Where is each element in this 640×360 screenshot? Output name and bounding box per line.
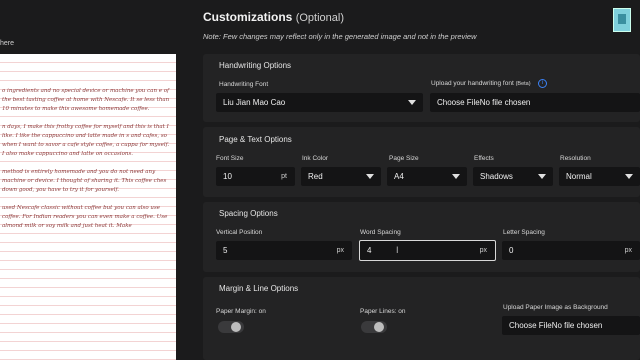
effects-value: Shadows — [480, 172, 513, 181]
letter-spacing-value: 0 — [509, 246, 514, 255]
page-size-select[interactable]: A4 — [387, 167, 467, 186]
info-icon[interactable]: i — [538, 79, 547, 88]
background-upload-button[interactable]: Choose FileNo file chosen — [502, 316, 640, 335]
font-size-input[interactable]: 10 pt — [216, 167, 295, 186]
vertical-position-unit: px — [336, 247, 344, 254]
margin-line-section-title: Margin & Line Options — [219, 284, 299, 293]
vertical-position-value: 5 — [223, 246, 228, 255]
preview-heading: here — [0, 40, 15, 47]
word-spacing-input[interactable]: 4 I px — [359, 240, 496, 261]
preview-paragraph: o ingredients and no special device or m… — [2, 88, 170, 112]
vertical-position-label: Vertical Position — [216, 229, 263, 236]
handwriting-font-value: Liu Jian Mao Cao — [223, 98, 286, 107]
chevron-down-icon — [366, 174, 374, 179]
chevron-down-icon — [538, 174, 546, 179]
chevron-down-icon — [452, 174, 460, 179]
preview-paragraph: n days, I make this frothy coffee for my… — [2, 124, 170, 157]
font-size-unit: pt — [281, 173, 287, 180]
page-size-label: Page Size — [389, 155, 419, 162]
title-suffix: (Optional) — [295, 12, 344, 24]
page-size-value: A4 — [394, 172, 404, 181]
upload-font-button-label: Choose FileNo file chosen — [437, 98, 531, 107]
word-spacing-value: 4 — [367, 246, 372, 255]
toggle-knob — [374, 322, 384, 332]
letter-spacing-input[interactable]: 0 px — [502, 241, 640, 260]
upload-font-label-text: Upload your handwriting font — [431, 80, 514, 87]
chevron-down-icon — [408, 100, 416, 105]
word-spacing-label: Word Spacing — [360, 229, 401, 236]
spacing-section-title: Spacing Options — [219, 209, 278, 218]
handwriting-font-select[interactable]: Liu Jian Mao Cao — [216, 93, 423, 112]
upload-font-button[interactable]: Choose FileNo file chosen — [430, 93, 640, 112]
resolution-value: Normal — [566, 172, 592, 181]
letter-spacing-label: Letter Spacing — [503, 229, 545, 236]
upload-font-label: Upload your handwriting font (Beta) — [431, 80, 531, 87]
ink-color-select[interactable]: Red — [301, 167, 381, 186]
word-spacing-unit: px — [479, 247, 487, 254]
background-upload-label: Upload Paper Image as Background — [503, 304, 608, 311]
toggle-knob — [231, 322, 241, 332]
resolution-label: Resolution — [560, 155, 591, 162]
chevron-down-icon — [625, 174, 633, 179]
effects-label: Effects — [474, 155, 494, 162]
text-cursor-icon: I — [396, 245, 399, 255]
page-title: Customizations (Optional) — [203, 10, 344, 24]
paper-margin-toggle[interactable] — [218, 321, 244, 333]
letter-spacing-unit: px — [624, 247, 632, 254]
preview-paragraph: method is entirely homemade and you do n… — [2, 169, 167, 193]
font-size-label: Font Size — [216, 155, 244, 162]
paper-lines-label: Paper Lines: on — [360, 308, 406, 315]
resolution-select[interactable]: Normal — [559, 167, 640, 186]
handwriting-section-title: Handwriting Options — [219, 61, 292, 70]
app-badge-icon[interactable] — [613, 8, 631, 32]
paper-lines-toggle[interactable] — [361, 321, 387, 333]
preview-paragraph: used Nescafe classic without coffee but … — [2, 205, 168, 229]
preview-panel: here o ingredients and no special device… — [0, 0, 178, 360]
vertical-position-input[interactable]: 5 px — [216, 241, 352, 260]
background-upload-button-label: Choose FileNo file chosen — [509, 321, 603, 330]
handwritten-paper-preview: o ingredients and no special device or m… — [0, 54, 176, 360]
beta-tag: (Beta) — [515, 81, 531, 87]
font-size-value: 10 — [223, 172, 232, 181]
effects-select[interactable]: Shadows — [473, 167, 553, 186]
handwriting-font-label: Handwriting Font — [219, 81, 269, 88]
ink-color-value: Red — [308, 172, 323, 181]
note-text: Note: Few changes may reflect only in th… — [203, 32, 477, 41]
paper-margin-label: Paper Margin: on — [216, 308, 266, 315]
ink-color-label: Ink Color — [302, 155, 329, 162]
page-text-section-title: Page & Text Options — [219, 135, 292, 144]
title-text: Customizations — [203, 10, 293, 24]
